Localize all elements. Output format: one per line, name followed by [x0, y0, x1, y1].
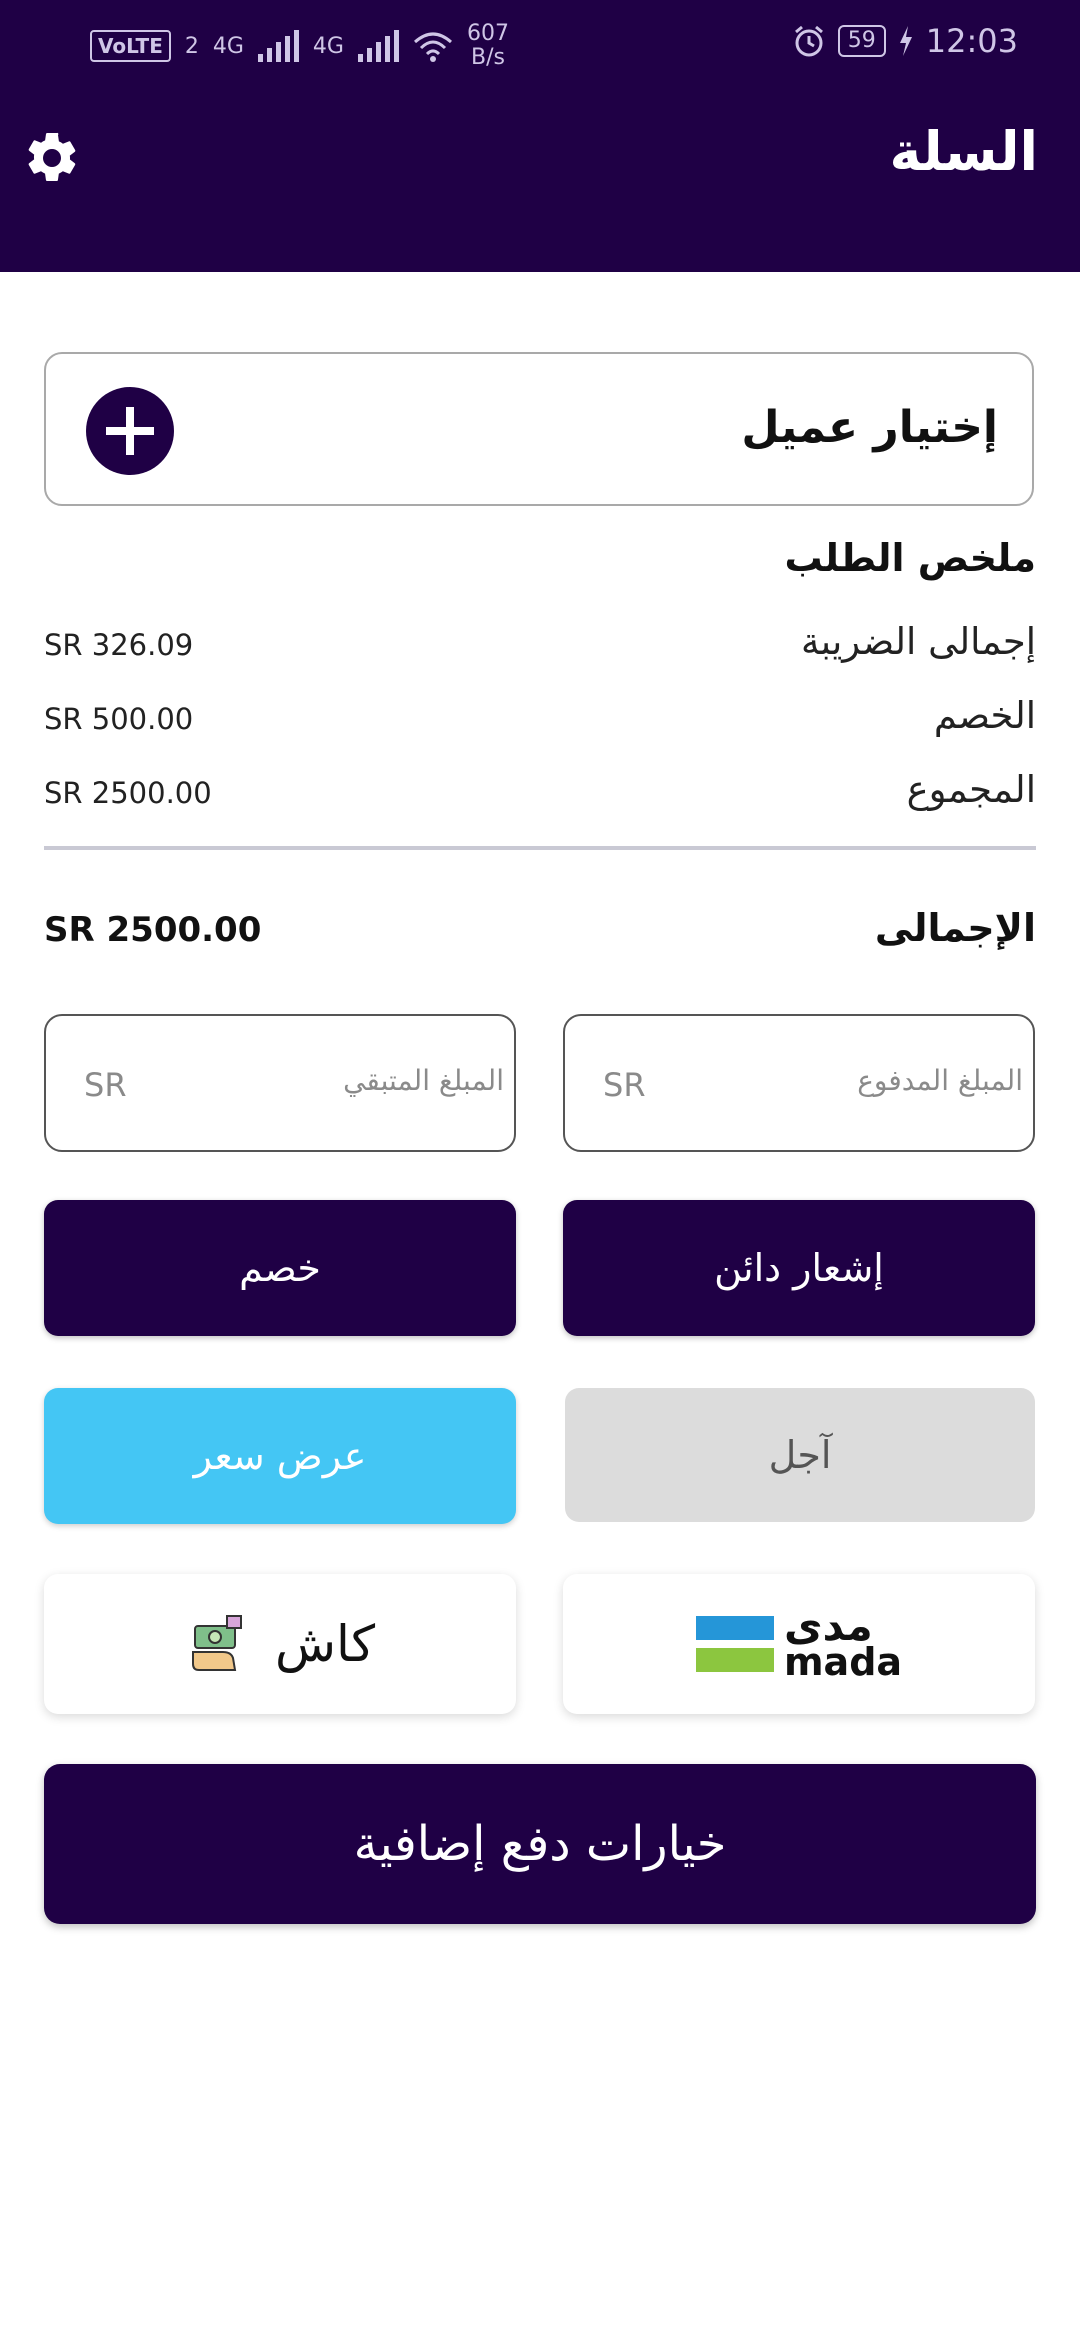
paid-amount-field[interactable]: المبلغ المدفوع SR [563, 1014, 1035, 1152]
network-speed: 607 B/s [466, 21, 509, 70]
credit-note-button[interactable]: إشعار دائن [563, 1200, 1035, 1336]
alarm-icon [794, 25, 823, 57]
order-summary-title: ملخص الطلب [784, 536, 1036, 580]
wifi-icon [413, 32, 452, 62]
battery-icon: 59 [837, 25, 886, 57]
volte-indicator: VoLTE [90, 30, 171, 62]
mada-payment-button[interactable]: مدى mada [563, 1574, 1035, 1714]
select-customer-card[interactable]: إختيار عميل [44, 352, 1034, 506]
deferred-payment-button[interactable]: آجل [565, 1388, 1035, 1522]
cash-hand-icon [191, 1615, 242, 1671]
total-value: SR 2500.00 [44, 910, 262, 950]
page-title: السلة [889, 120, 1038, 183]
sim-indicator: 2 [184, 33, 199, 59]
tax-label: إجمالى الضريبة [800, 620, 1036, 663]
additional-payment-options-button[interactable]: خيارات دفع إضافية [44, 1764, 1036, 1924]
plus-icon [106, 407, 154, 455]
signal-icon-2 [357, 30, 399, 62]
clock: 12:03 [925, 22, 1018, 60]
price-quote-button[interactable]: عرض سعر [44, 1388, 516, 1524]
remaining-amount-field[interactable]: المبلغ المتبقي SR [44, 1014, 516, 1152]
remaining-amount-placeholder: المبلغ المتبقي [343, 1064, 504, 1097]
charging-icon [899, 26, 912, 56]
app-header: VoLTE 2 4G 4G 607 B/s 59 12:03 السلة [0, 0, 1080, 272]
subtotal-value: SR 2500.00 [44, 776, 212, 810]
mada-logo: مدى mada [695, 1605, 902, 1681]
paid-amount-placeholder: المبلغ المدفوع [857, 1064, 1023, 1097]
summary-row-subtotal: SR 2500.00 المجموع [44, 768, 1036, 818]
cash-payment-button[interactable]: كاش [44, 1574, 516, 1714]
add-customer-button[interactable] [86, 387, 174, 475]
summary-row-tax: SR 326.09 إجمالى الضريبة [44, 620, 1036, 670]
select-customer-label: إختيار عميل [741, 402, 998, 453]
paid-amount-currency: SR [603, 1066, 646, 1104]
remaining-amount-currency: SR [84, 1066, 127, 1104]
mada-green-bar [695, 1648, 774, 1672]
summary-row-discount: SR 500.00 الخصم [44, 694, 1036, 744]
subtotal-label: المجموع [906, 768, 1036, 811]
signal-icon [257, 30, 299, 62]
discount-label: الخصم [933, 694, 1036, 737]
divider [44, 846, 1036, 850]
discount-value: SR 500.00 [44, 702, 194, 736]
network-type-2: 4G [312, 33, 344, 59]
mada-blue-bar [695, 1616, 774, 1640]
status-bar: VoLTE 2 4G 4G 607 B/s 59 12:03 [0, 0, 1080, 86]
tax-value: SR 326.09 [44, 628, 194, 662]
network-type-1: 4G [212, 33, 244, 59]
discount-button[interactable]: خصم [44, 1200, 516, 1336]
settings-gear-icon[interactable] [22, 128, 82, 188]
total-label: الإجمالى [874, 906, 1036, 950]
